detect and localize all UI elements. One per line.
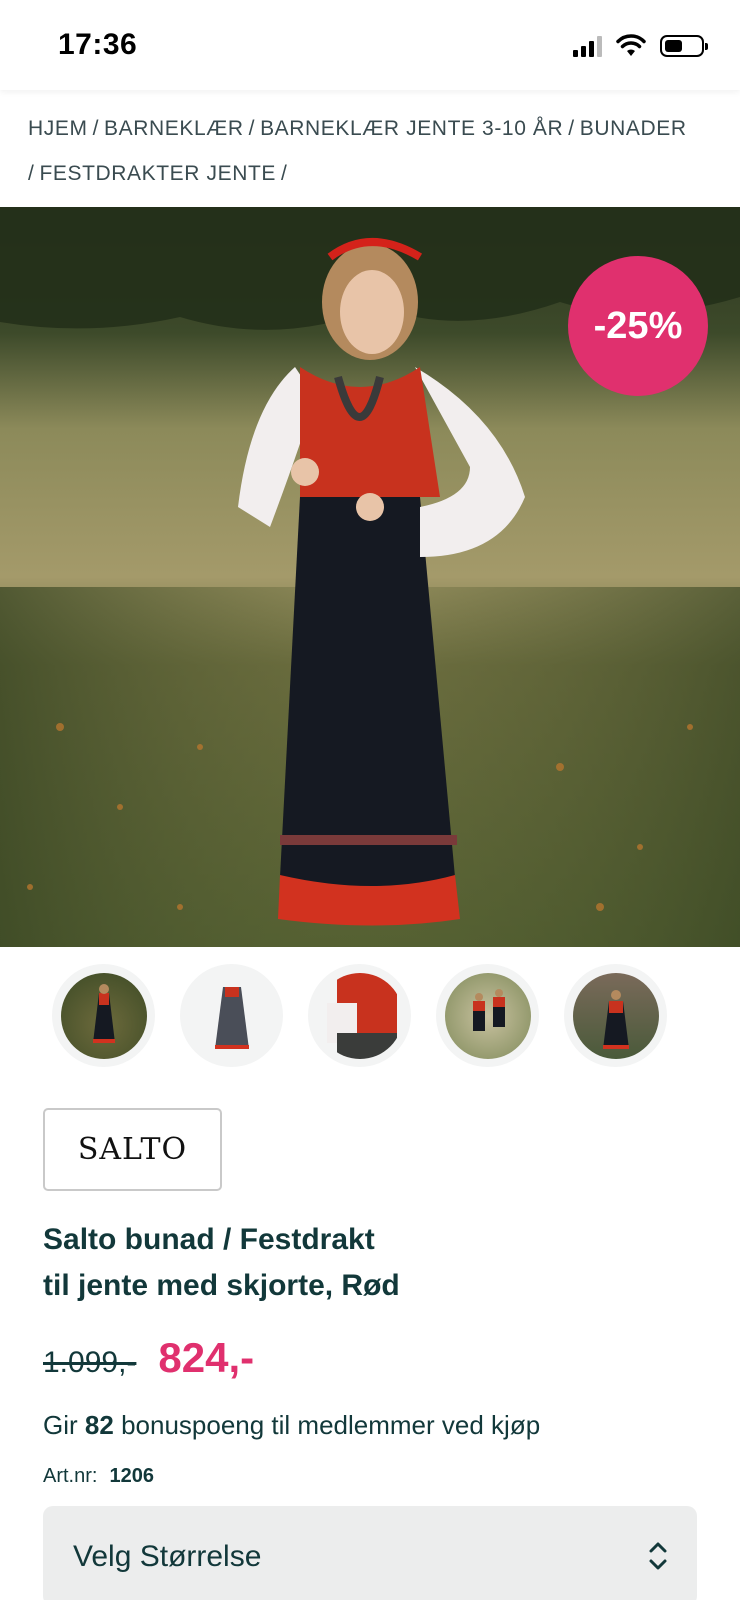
size-select[interactable]: Velg Størrelse bbox=[43, 1506, 697, 1600]
breadcrumb-link-girls-3-10[interactable]: BARNEKLÆR JENTE 3-10 ÅR bbox=[260, 117, 563, 140]
breadcrumb-link-childrens-clothes[interactable]: BARNEKLÆR bbox=[104, 117, 244, 140]
breadcrumb: HJEM / BARNEKLÆR / BARNEKLÆR JENTE 3-10 ÅR / B… bbox=[28, 106, 728, 196]
status-time: 17:36 bbox=[58, 28, 138, 61]
product-title: Salto bunad / Festdrakt til jente med sk… bbox=[43, 1217, 683, 1309]
thumbnail-3[interactable] bbox=[308, 964, 411, 1067]
bonus-prefix: Gir bbox=[43, 1410, 78, 1440]
price-row: 1.099,- 824,- bbox=[43, 1334, 254, 1382]
breadcrumb-link-bunader[interactable]: BUNADER bbox=[580, 117, 687, 140]
thumbnail-4[interactable] bbox=[436, 964, 539, 1067]
breadcrumb-link-festdrakter-jente[interactable]: FESTDRAKTER JENTE bbox=[39, 162, 276, 185]
breadcrumb-separator: / bbox=[28, 162, 35, 185]
article-number: Art.nr: 1206 bbox=[43, 1465, 154, 1488]
old-price: 1.099,- bbox=[43, 1346, 137, 1379]
thumbnail-1[interactable] bbox=[52, 964, 155, 1067]
bonus-points: 82 bbox=[84, 1410, 114, 1440]
status-icons bbox=[573, 34, 708, 58]
brand-logo-text: SALTO bbox=[77, 1132, 188, 1167]
breadcrumb-separator: / bbox=[248, 117, 256, 140]
breadcrumb-link-home[interactable]: HJEM bbox=[28, 117, 88, 140]
thumbnail-gallery bbox=[52, 964, 667, 1067]
product-title-line-1: Salto bunad / Festdrakt bbox=[43, 1223, 375, 1256]
article-number-label: Art.nr: bbox=[43, 1465, 98, 1487]
breadcrumb-separator: / bbox=[92, 117, 100, 140]
thumbnail-2[interactable] bbox=[180, 964, 283, 1067]
bonus-info: Gir 82 bonuspoeng til medlemmer ved kjøp bbox=[43, 1410, 540, 1441]
chevron-up-down-icon bbox=[649, 1542, 667, 1570]
thumbnail-5[interactable] bbox=[564, 964, 667, 1067]
article-number-value: 1206 bbox=[109, 1465, 154, 1487]
battery-icon bbox=[660, 35, 708, 57]
sale-price: 824,- bbox=[158, 1334, 255, 1381]
wifi-icon bbox=[616, 34, 646, 56]
discount-badge: -25% bbox=[568, 256, 708, 396]
breadcrumb-separator: / bbox=[281, 162, 288, 185]
cellular-signal-icon bbox=[573, 35, 602, 57]
brand-logo[interactable]: SALTO bbox=[43, 1108, 222, 1191]
status-bar: 17:36 bbox=[0, 0, 740, 90]
product-title-line-2: til jente med skjorte, Rød bbox=[43, 1269, 400, 1302]
size-select-label: Velg Størrelse bbox=[73, 1540, 262, 1573]
bonus-suffix: bonuspoeng til medlemmer ved kjøp bbox=[121, 1410, 541, 1440]
breadcrumb-separator: / bbox=[568, 117, 575, 140]
